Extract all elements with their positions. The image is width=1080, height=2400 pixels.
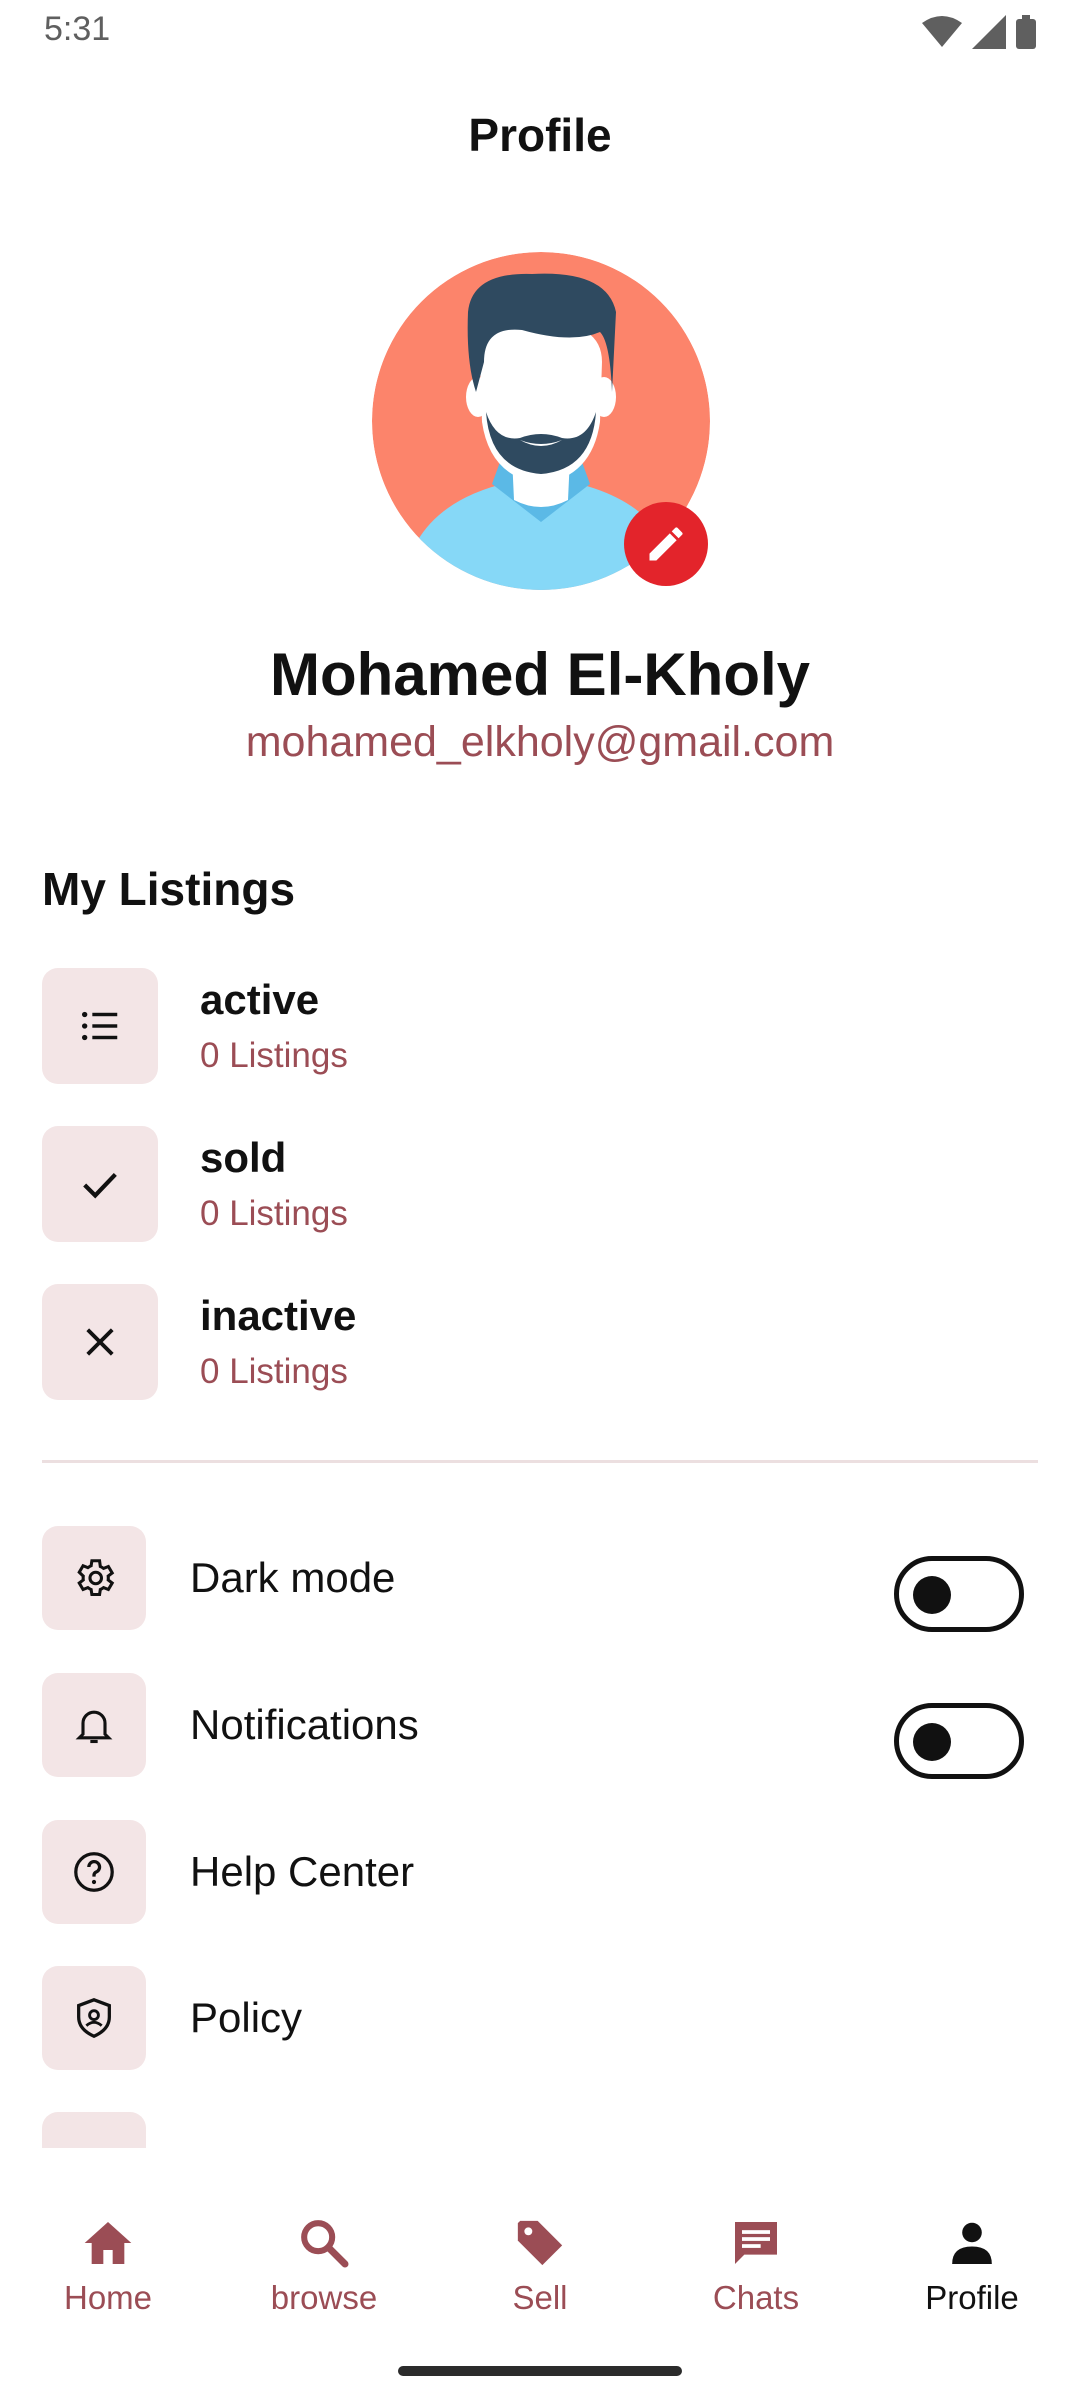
search-icon (301, 2220, 349, 2268)
status-time: 5:31 (44, 10, 111, 48)
setting-icon-box (42, 1526, 146, 1630)
nav-label: Sell (512, 2279, 568, 2316)
listing-count: 0 Listings (200, 1194, 348, 1233)
nav-label: browse (270, 2279, 378, 2316)
notifications-toggle[interactable] (894, 1703, 1024, 1779)
nav-item-profile[interactable]: Profile (864, 2215, 1080, 2335)
setting-row-notifications: Notifications (42, 1673, 1038, 1779)
status-icons (922, 12, 1036, 52)
listing-count: 0 Listings (200, 1036, 348, 1075)
listing-label: sold (200, 1134, 287, 1181)
home-icon (84, 2222, 132, 2264)
listing-label: active (200, 976, 320, 1023)
pencil-icon (649, 527, 683, 561)
status-bar: 5:31 (0, 0, 1080, 62)
shield-icon (77, 1998, 111, 2038)
setting-icon-box (42, 2112, 146, 2148)
listing-icon-box (42, 1126, 158, 1242)
chat-icon (735, 2222, 777, 2264)
user-name: Mohamed El-Kholy (269, 641, 811, 708)
listing-icon-box (42, 968, 158, 1084)
setting-row-policy[interactable]: Policy (42, 1966, 1038, 2070)
list-icon (81, 1011, 118, 1041)
setting-label: Help Center (190, 1848, 415, 1895)
listing-row-inactive[interactable]: inactive 0 Listings (42, 1284, 1038, 1400)
setting-row-dark-mode: Dark mode (42, 1526, 1038, 1632)
dark-mode-toggle[interactable] (894, 1556, 1024, 1632)
setting-label: Dark mode (190, 1554, 396, 1601)
setting-icon-box (42, 1673, 146, 1777)
home-indicator[interactable] (398, 2366, 682, 2376)
edit-avatar-button[interactable] (624, 502, 708, 586)
user-email: mohamed_elkholy@gmail.com (245, 718, 835, 766)
gear-icon (77, 1559, 115, 1597)
nav-label: Profile (925, 2279, 1019, 2316)
toggle-knob (913, 1723, 951, 1761)
help-icon (74, 1852, 114, 1892)
divider (42, 1460, 1038, 1463)
nav-item-home[interactable]: Home (0, 2215, 216, 2335)
setting-label: Notifications (190, 1701, 419, 1748)
nav-label: Chats (712, 2279, 800, 2316)
listing-label: inactive (200, 1292, 357, 1339)
close-icon (86, 1328, 114, 1356)
nav-item-chats[interactable]: Chats (648, 2215, 864, 2335)
avatar[interactable] (372, 252, 710, 590)
signal-icon (972, 15, 1006, 49)
check-icon (83, 1172, 117, 1199)
toggle-knob (913, 1576, 951, 1614)
listing-icon-box (42, 1284, 158, 1400)
battery-icon (1016, 15, 1036, 49)
setting-icon-box (42, 1820, 146, 1924)
setting-icon-box (42, 1966, 146, 2070)
tag-icon (517, 2220, 563, 2266)
person-icon (952, 2222, 992, 2264)
bell-icon (75, 1710, 113, 1744)
page-title: Profile (468, 109, 612, 161)
listing-row-sold[interactable]: sold 0 Listings (42, 1126, 1038, 1242)
listing-count: 0 Listings (200, 1352, 348, 1391)
setting-label: Policy (190, 1994, 303, 2041)
setting-row-help-center[interactable]: Help Center (42, 1820, 1038, 1924)
wifi-icon (922, 16, 962, 47)
nav-label: Home (63, 2279, 153, 2316)
nav-item-browse[interactable]: browse (216, 2215, 432, 2335)
section-title-my-listings: My Listings (42, 863, 296, 915)
nav-item-sell[interactable]: Sell (432, 2215, 648, 2335)
setting-row-partial[interactable] (42, 2112, 146, 2148)
listing-row-active[interactable]: active 0 Listings (42, 968, 1038, 1084)
